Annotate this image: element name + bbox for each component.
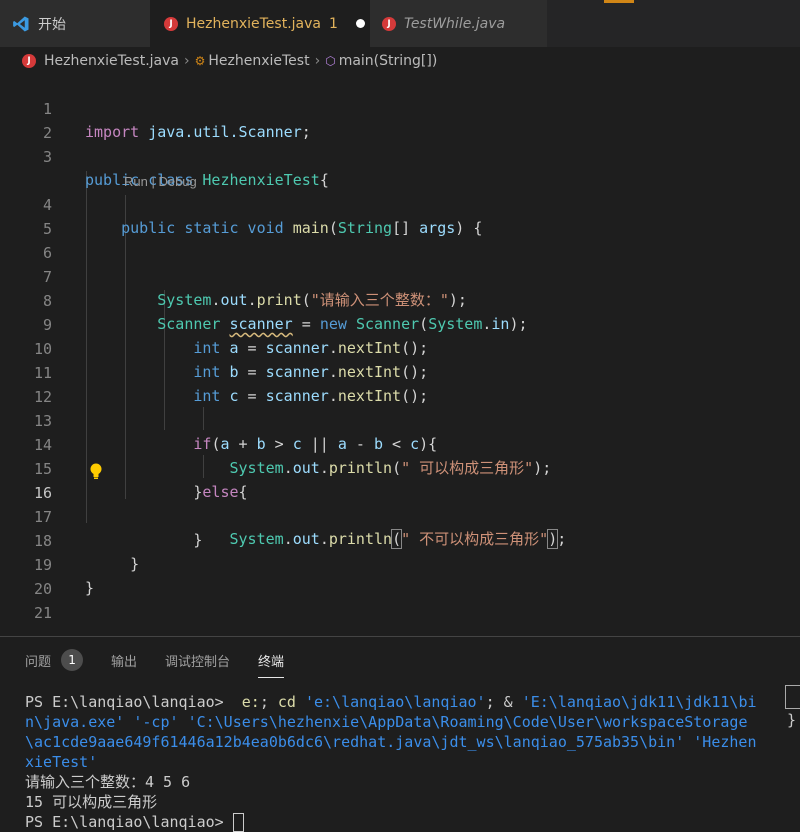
terminal-token: & xyxy=(503,693,513,711)
panel-tabs: 问题 1 输出 调试控制台 终端 xyxy=(25,649,312,678)
side-text-stub: } xyxy=(786,711,796,729)
chevron-right-icon: › xyxy=(314,53,321,69)
java-file-icon: J xyxy=(164,16,178,31)
code-line: 17 } xyxy=(0,483,800,549)
tab-debug-console[interactable]: 调试控制台 xyxy=(165,651,230,670)
code-line: 19 } xyxy=(0,531,800,597)
tab-other-label: TestWhile.java xyxy=(404,15,506,32)
code-line: 20 xyxy=(0,555,800,598)
terminal-token: '-cp' xyxy=(133,713,179,731)
code-editor[interactable]: 1 import java.util.Scanner; 2 3 public c… xyxy=(0,75,800,635)
code-line: 5 xyxy=(0,195,800,238)
code-line: 14 System.out.println(" 可以构成三角形"); xyxy=(0,411,800,477)
chevron-right-icon: › xyxy=(184,53,190,69)
code-line: 9 int a = scanner.nextInt(); xyxy=(0,291,800,357)
tab-problems[interactable]: 问题 1 xyxy=(25,649,84,671)
code-line: 6 xyxy=(0,219,800,262)
code-line: 2 xyxy=(0,99,800,142)
terminal-line: 15 可以构成三角形 xyxy=(25,793,158,811)
tab-terminal-label: 终端 xyxy=(258,654,285,670)
method-icon: ⬡ xyxy=(325,54,336,68)
breadcrumb-file[interactable]: HezhenxieTest.java xyxy=(44,53,179,69)
tab-problem-count: 1 xyxy=(329,15,338,32)
terminal-token: e: xyxy=(241,693,260,711)
terminal-prompt: PS E:\lanqiao\lanqiao> xyxy=(25,693,224,711)
vscode-icon xyxy=(13,16,29,31)
code-line: 7 System.out.print("请输入三个整数："); xyxy=(0,243,800,309)
code-line: 12 xyxy=(0,363,800,406)
java-file-icon: J xyxy=(382,16,396,31)
breadcrumb: J HezhenxieTest.java › ⚙ HezhenxieTest ›… xyxy=(0,47,800,75)
tab-debug-console-label: 调试控制台 xyxy=(165,654,231,670)
code-line: 11 int c = scanner.nextInt(); xyxy=(0,339,800,405)
code-line: 13 if(a + b > c || a - b < c){ xyxy=(0,387,800,453)
tab-hezhenxietest[interactable]: J HezhenxieTest.java 1 xyxy=(150,0,370,47)
class-icon: ⚙ xyxy=(194,54,206,68)
code-lens-line: Run | Debug xyxy=(0,147,800,189)
breadcrumb-class[interactable]: HezhenxieTest xyxy=(208,53,309,69)
code-line-current: 16 System.out.println(" 不可以构成三角形"); xyxy=(0,459,800,549)
tab-output-label: 输出 xyxy=(111,654,138,670)
tab-testwhile[interactable]: J TestWhile.java xyxy=(370,0,547,47)
tab-start[interactable]: 开始 xyxy=(0,0,150,47)
code-line: 3 public class HezhenxieTest{ xyxy=(0,123,800,189)
tab-terminal[interactable]: 终端 xyxy=(258,651,285,678)
code-line: 8 Scanner scanner = new Scanner(System.i… xyxy=(0,267,800,333)
terminal-line: 请输入三个整数：4 5 6 xyxy=(25,773,191,791)
code-line: 15 }else{ xyxy=(0,435,800,501)
lightbulb-icon[interactable] xyxy=(88,462,104,480)
bottom-panel: 问题 1 输出 调试控制台 终端 PS E:\lanqiao\lanqiao> … xyxy=(0,636,800,832)
terminal-output[interactable]: PS E:\lanqiao\lanqiao> e:; cd 'e:\lanqia… xyxy=(25,692,760,832)
terminal-cursor xyxy=(232,813,244,832)
problems-badge: 1 xyxy=(61,649,84,671)
code-line: 1 import java.util.Scanner; xyxy=(0,75,800,141)
code-line: 4 public static void main(String[] args)… xyxy=(0,171,800,237)
terminal-token: cd xyxy=(277,693,296,711)
unsaved-dot-icon[interactable] xyxy=(355,19,365,28)
java-file-icon: J xyxy=(22,54,36,68)
side-scroll-stub xyxy=(785,685,800,709)
line-number: 21 xyxy=(33,604,52,622)
code-line: 21 xyxy=(0,579,800,622)
window-accent xyxy=(604,0,634,3)
terminal-prompt: PS E:\lanqiao\lanqiao> xyxy=(25,813,224,831)
tab-problems-label: 问题 xyxy=(25,654,52,670)
tab-start-label: 开始 xyxy=(38,16,66,33)
code-line: 18 } xyxy=(0,507,800,573)
editor-tab-bar: 开始 J HezhenxieTest.java 1 J TestWhile.ja… xyxy=(0,0,800,47)
code-line: 10 int b = scanner.nextInt(); xyxy=(0,315,800,381)
tab-active-label: HezhenxieTest.java xyxy=(186,15,321,32)
breadcrumb-method[interactable]: main(String[]) xyxy=(339,53,438,69)
tab-output[interactable]: 输出 xyxy=(111,651,137,670)
terminal-token: 'e:\lanqiao\lanqiao' xyxy=(304,693,486,711)
